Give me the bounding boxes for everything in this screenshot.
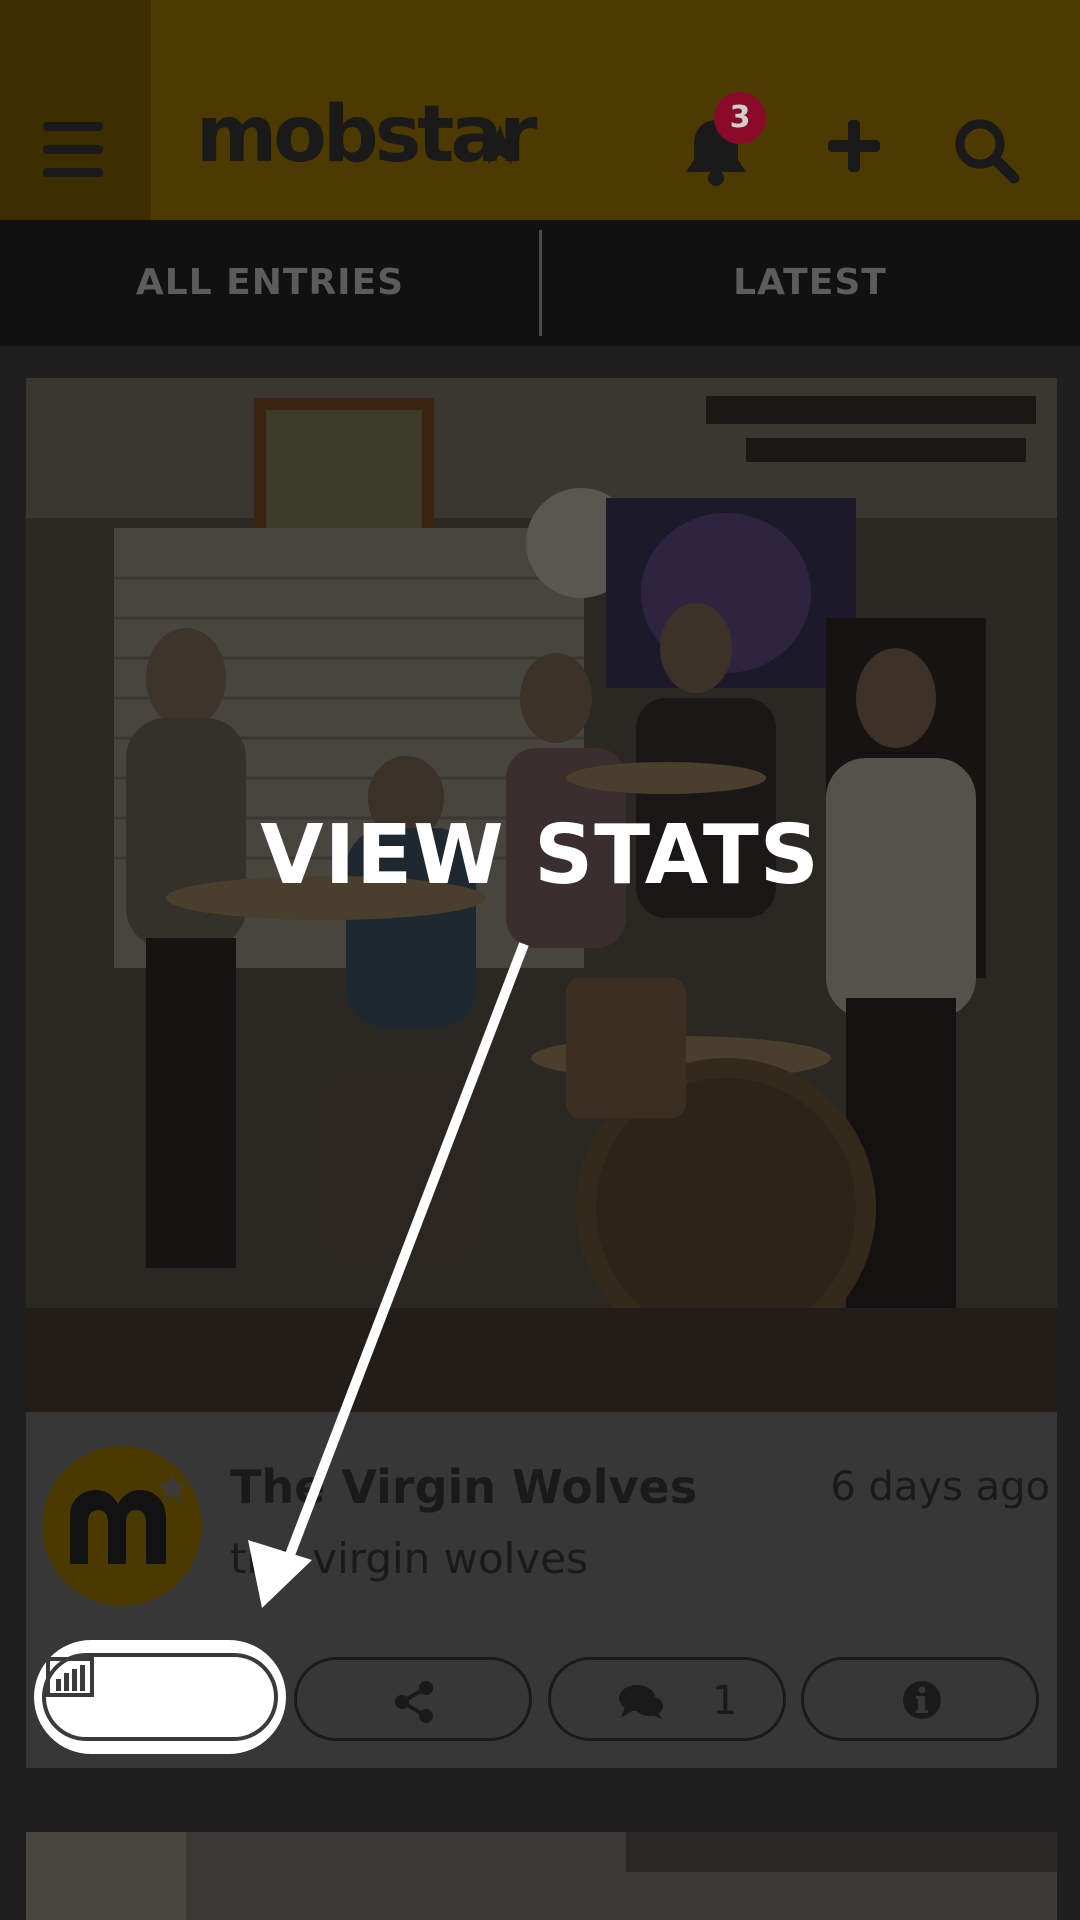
annotation-arrow (248, 942, 529, 1608)
